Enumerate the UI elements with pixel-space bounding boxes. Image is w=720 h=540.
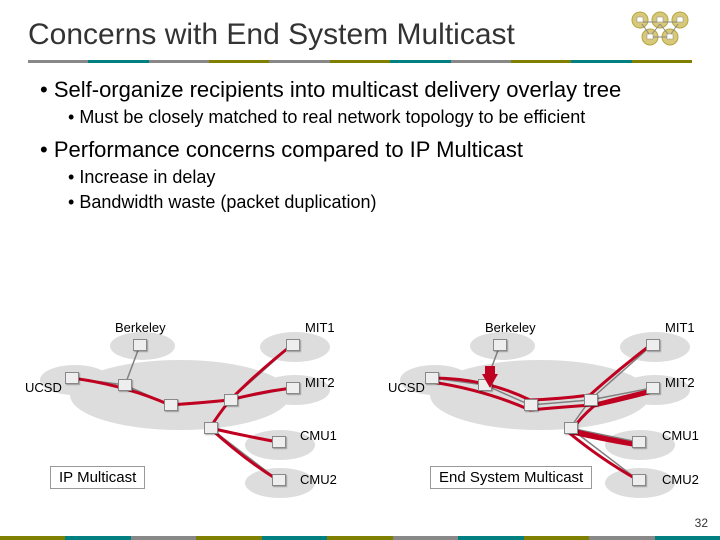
ip-multicast-network	[30, 320, 350, 490]
label-berkeley: Berkeley	[115, 320, 166, 335]
label-cmu1-r: CMU1	[662, 428, 699, 443]
footer-bar	[0, 536, 720, 540]
diagram-end-system-multicast: Berkeley UCSD MIT1 MIT2 CMU1 CMU2 End Sy…	[390, 320, 710, 490]
title-underline	[28, 60, 692, 63]
bullet-2: Performance concerns compared to IP Mult…	[54, 137, 523, 162]
diagram-ip-multicast: Berkeley UCSD MIT1 MIT2 CMU1 CMU2 IP Mul…	[30, 320, 350, 490]
slide-title: Concerns with End System Multicast	[0, 0, 720, 56]
label-mit1-r: MIT1	[665, 320, 695, 335]
diagram-area: Berkeley UCSD MIT1 MIT2 CMU1 CMU2 IP Mul…	[0, 320, 720, 510]
bullet-2-2: Bandwidth waste (packet duplication)	[79, 192, 376, 212]
page-number: 32	[695, 516, 708, 530]
label-ucsd-r: UCSD	[388, 380, 425, 395]
esm-network	[390, 320, 710, 490]
duplication-arrow-icon	[482, 374, 498, 388]
caption-end-system-multicast: End System Multicast	[430, 466, 592, 489]
label-mit2: MIT2	[305, 375, 335, 390]
label-mit1: MIT1	[305, 320, 335, 335]
bullet-1: Self-organize recipients into multicast …	[54, 77, 621, 102]
network-logo-icon	[630, 10, 690, 55]
bullet-2-1: Increase in delay	[79, 167, 215, 187]
label-ucsd: UCSD	[25, 380, 62, 395]
label-cmu2-r: CMU2	[662, 472, 699, 487]
caption-ip-multicast: IP Multicast	[50, 466, 145, 489]
label-berkeley-r: Berkeley	[485, 320, 536, 335]
bullet-1-1: Must be closely matched to real network …	[79, 107, 585, 127]
label-cmu2: CMU2	[300, 472, 337, 487]
label-mit2-r: MIT2	[665, 375, 695, 390]
label-cmu1: CMU1	[300, 428, 337, 443]
bullet-list: Self-organize recipients into multicast …	[0, 63, 720, 214]
